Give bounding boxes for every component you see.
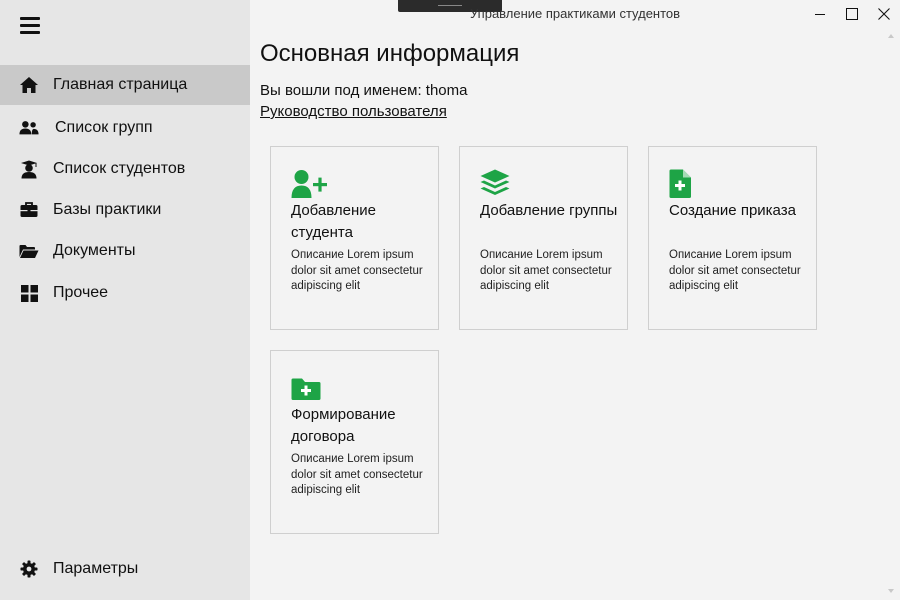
close-button[interactable] <box>867 0 900 28</box>
card-title: Формирование договора <box>291 406 396 445</box>
user-guide-link[interactable]: Руководство пользователя <box>260 103 447 120</box>
window-title: Управление практиками студентов <box>470 6 681 21</box>
users-icon <box>19 118 39 138</box>
sidebar-item-home[interactable]: Главная страница <box>0 65 250 105</box>
sidebar-item-practice-bases[interactable]: Базы практики <box>0 190 250 230</box>
card-add-student[interactable]: Добавление студента Описание Lorem ipsum… <box>270 146 439 330</box>
scroll-down-arrow-icon[interactable] <box>888 589 894 593</box>
user-plus-icon <box>291 169 331 199</box>
graduate-icon <box>19 159 39 179</box>
sidebar-item-students[interactable]: Список студентов <box>0 149 250 189</box>
card-description: Описание Lorem ipsum dolor sit amet cons… <box>291 453 423 496</box>
sidebar-item-groups[interactable]: Список групп <box>0 108 250 148</box>
vertical-scrollbar[interactable] <box>883 28 900 600</box>
grid-icon <box>19 283 39 303</box>
layers-icon <box>480 169 520 199</box>
gear-icon <box>19 559 39 579</box>
sidebar-item-other[interactable]: Прочее <box>0 273 250 313</box>
sidebar-item-documents[interactable]: Документы <box>0 231 250 271</box>
sidebar-item-label: Параметры <box>53 560 139 577</box>
page-title: Основная информация <box>260 40 520 67</box>
card-title: Добавление студента <box>291 202 376 241</box>
sidebar-item-label: Список групп <box>55 119 153 136</box>
sidebar-item-label: Прочее <box>53 284 109 301</box>
sidebar-item-label: Базы практики <box>53 201 162 218</box>
card-description: Описание Lorem ipsum dolor sit amet cons… <box>669 249 801 292</box>
home-icon <box>19 75 39 95</box>
file-plus-icon <box>669 169 709 199</box>
sidebar-item-label: Список студентов <box>53 160 186 177</box>
card-description: Описание Lorem ipsum dolor sit amet cons… <box>480 249 612 292</box>
card-title: Добавление группы <box>480 202 618 219</box>
sidebar: Главная страница Список групп Список сту… <box>0 0 250 600</box>
card-title: Создание приказа <box>669 202 796 219</box>
card-form-contract[interactable]: Формирование договора Описание Lorem ips… <box>270 350 439 534</box>
minimize-icon <box>815 14 825 15</box>
sidebar-item-label: Документы <box>53 242 136 259</box>
maximize-button[interactable] <box>835 0 869 28</box>
folder-open-icon <box>19 241 39 261</box>
close-icon <box>878 8 890 20</box>
card-add-group[interactable]: Добавление группы Описание Lorem ipsum d… <box>459 146 628 330</box>
logged-in-text: Вы вошли под именем: thoma <box>260 82 468 99</box>
maximize-icon <box>846 8 858 20</box>
minimize-button[interactable] <box>803 0 837 28</box>
card-description: Описание Lorem ipsum dolor sit amet cons… <box>291 249 423 292</box>
card-create-order[interactable]: Создание приказа Описание Lorem ipsum do… <box>648 146 817 330</box>
folder-plus-icon <box>291 373 331 403</box>
hamburger-menu-icon[interactable] <box>20 17 40 35</box>
scroll-up-arrow-icon[interactable] <box>888 34 894 38</box>
sidebar-item-label: Главная страница <box>53 76 188 93</box>
sidebar-item-settings[interactable]: Параметры <box>0 549 250 589</box>
briefcase-icon <box>19 200 39 220</box>
